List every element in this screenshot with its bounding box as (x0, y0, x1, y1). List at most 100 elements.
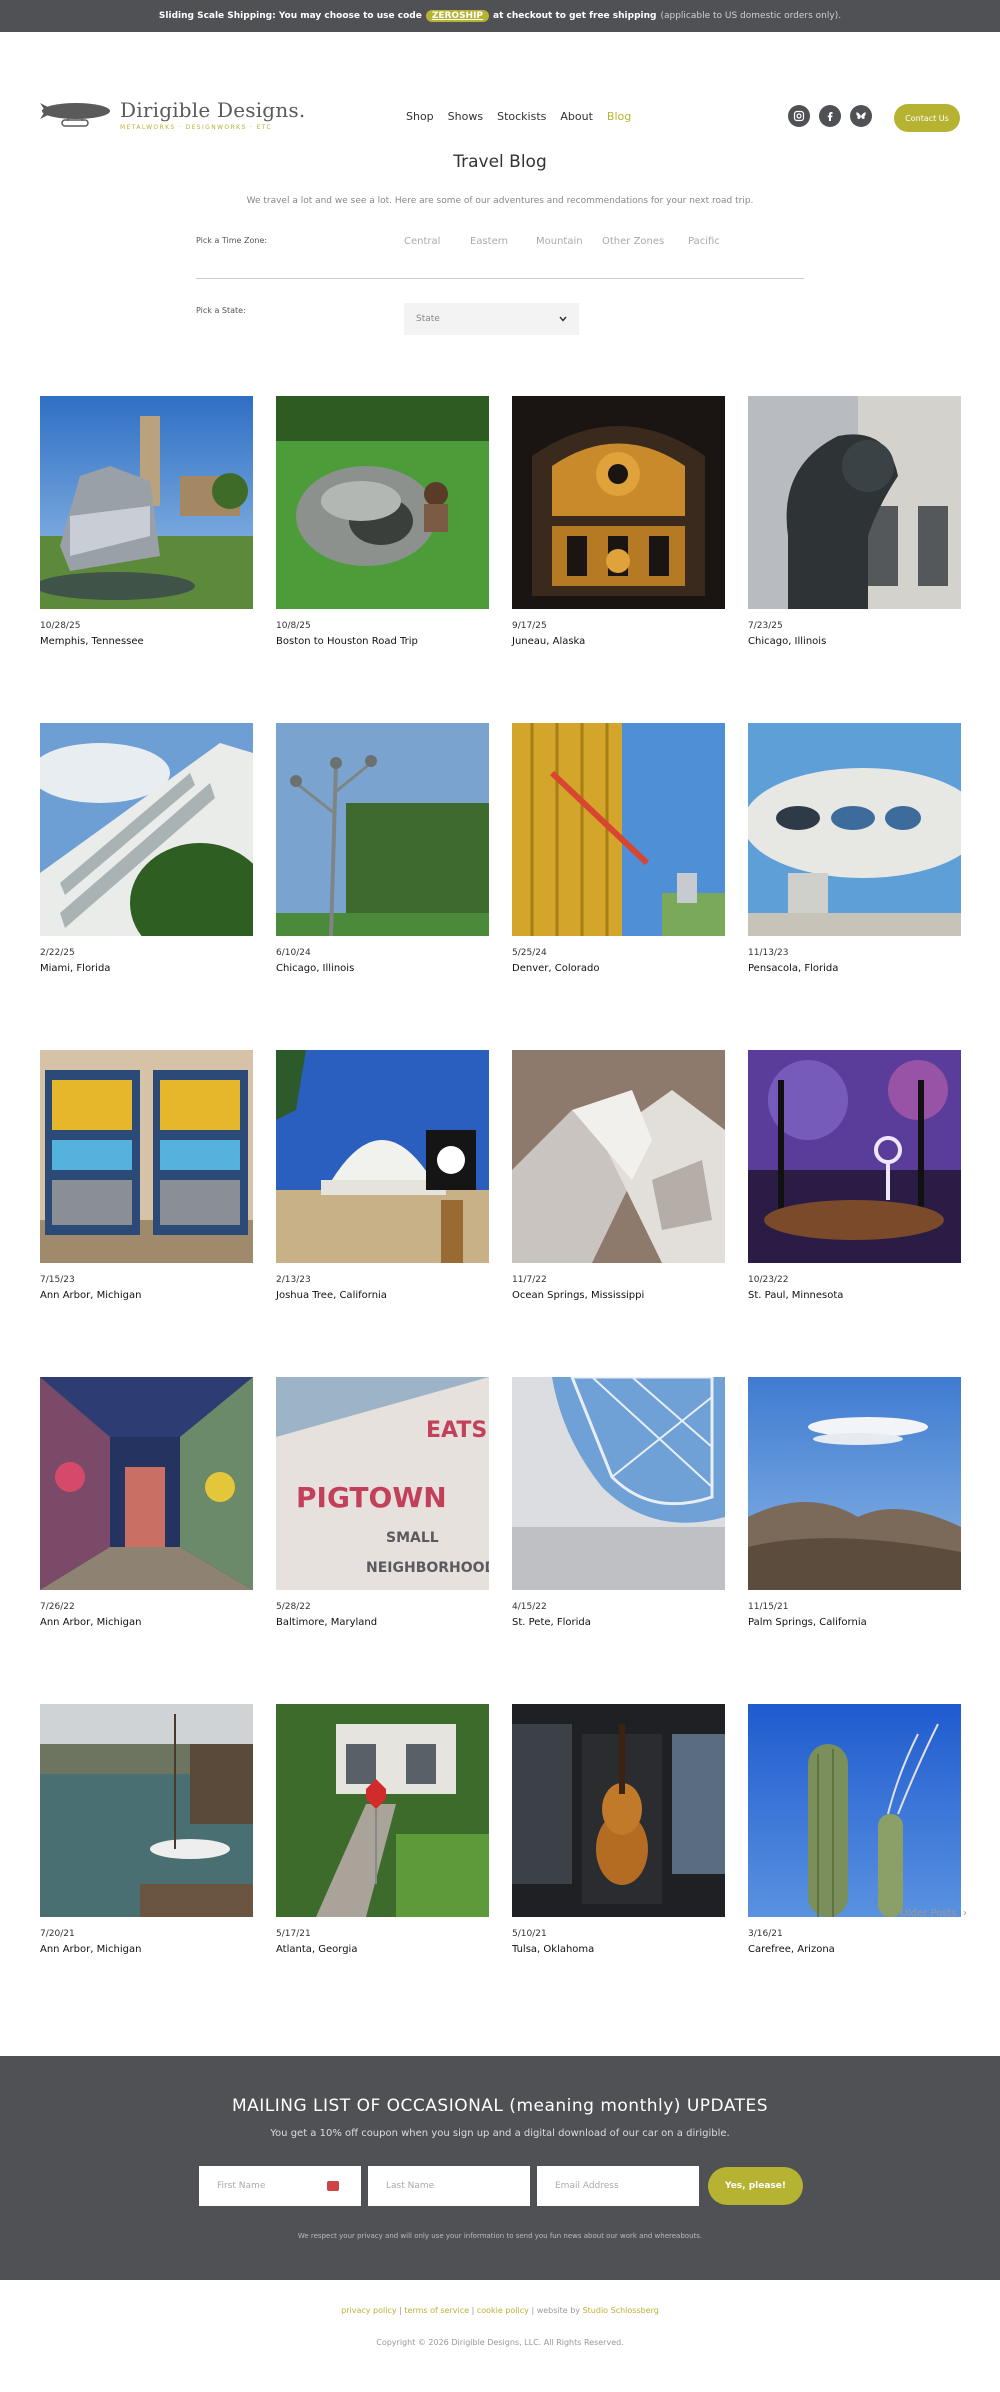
post-image-tulsa[interactable] (512, 1704, 725, 1917)
copyright: Copyright © 2026 Dirigible Designs, LLC.… (376, 2338, 624, 2347)
post-card[interactable]: 7/20/21 Ann Arbor, Michigan (40, 1704, 253, 1955)
post-title[interactable]: St. Pete, Florida (512, 1617, 725, 1628)
post-image-chicago-sculpture[interactable] (276, 723, 489, 936)
state-select[interactable]: State (404, 303, 579, 335)
credit-link[interactable]: Studio Schlossberg (583, 2306, 659, 2315)
post-image-chicago-lion[interactable] (748, 396, 961, 609)
post-card[interactable]: 2/22/25 Miami, Florida (40, 723, 253, 974)
post-image-st-pete[interactable] (512, 1377, 725, 1590)
timezone-mountain[interactable]: Mountain (536, 236, 602, 247)
post-title[interactable]: Palm Springs, California (748, 1617, 961, 1628)
post-card[interactable]: 7/15/23 Ann Arbor, Michigan (40, 1050, 253, 1301)
timezone-central[interactable]: Central (404, 236, 470, 247)
post-date: 4/15/22 (512, 1602, 547, 1612)
post-image-juneau[interactable] (512, 396, 725, 609)
post-title[interactable]: Atlanta, Georgia (276, 1944, 489, 1955)
timezone-other[interactable]: Other Zones (602, 236, 688, 247)
post-title[interactable]: St. Paul, Minnesota (748, 1290, 961, 1301)
nav-stockists[interactable]: Stockists (497, 110, 546, 123)
post-title[interactable]: Joshua Tree, California (276, 1290, 489, 1301)
post-image-pensacola[interactable] (748, 723, 961, 936)
svg-text:SMALL: SMALL (386, 1530, 439, 1546)
email-field[interactable]: Email Address (537, 2166, 699, 2206)
post-image-atlanta[interactable] (276, 1704, 489, 1917)
state-select-value: State (416, 314, 440, 324)
nav-about[interactable]: About (560, 110, 593, 123)
post-image-memphis[interactable] (40, 396, 253, 609)
post-grid: 10/28/25 Memphis, Tennessee 10/8/25 Bost… (40, 396, 961, 1955)
mailing-title: MAILING LIST OF OCCASIONAL (meaning mont… (231, 2096, 769, 2116)
post-card[interactable]: 7/26/22 Ann Arbor, Michigan (40, 1377, 253, 1628)
post-date: 7/23/25 (748, 621, 783, 631)
post-title[interactable]: Chicago, Illinois (276, 963, 489, 974)
terms-of-service-link[interactable]: terms of service (404, 2306, 469, 2315)
post-image-ann-arbor-arcade[interactable] (40, 1050, 253, 1263)
post-image-graffiti-alley[interactable] (40, 1377, 253, 1590)
post-card[interactable]: 5/25/24 Denver, Colorado (512, 723, 725, 974)
timezone-pacific[interactable]: Pacific (688, 236, 754, 247)
post-title[interactable]: Carefree, Arizona (748, 1944, 961, 1955)
post-title[interactable]: Ann Arbor, Michigan (40, 1944, 253, 1955)
last-name-placeholder: Last Name (386, 2181, 435, 2191)
post-title[interactable]: Chicago, Illinois (748, 636, 961, 647)
post-card[interactable]: 5/17/21 Atlanta, Georgia (276, 1704, 489, 1955)
post-title[interactable]: Memphis, Tennessee (40, 636, 253, 647)
brand-logo[interactable]: Dirigible Designs. METALWORKS · DESIGNWO… (40, 98, 305, 131)
post-image-denver[interactable] (512, 723, 725, 936)
facebook-icon[interactable] (819, 105, 841, 127)
subscribe-button[interactable]: Yes, please! (708, 2167, 803, 2205)
post-image-st-paul[interactable] (748, 1050, 961, 1263)
post-title[interactable]: Miami, Florida (40, 963, 253, 974)
bluesky-icon[interactable] (850, 105, 872, 127)
post-image-palm-springs[interactable] (748, 1377, 961, 1590)
post-image-miami[interactable] (40, 723, 253, 936)
mailing-form: First Name Last Name Email Address Yes, … (199, 2166, 803, 2206)
nav-shop[interactable]: Shop (406, 110, 434, 123)
post-card[interactable]: 10/8/25 Boston to Houston Road Trip (276, 396, 489, 647)
post-title[interactable]: Pensacola, Florida (748, 963, 961, 974)
post-image-carefree[interactable] (748, 1704, 961, 1917)
post-title[interactable]: Baltimore, Maryland (276, 1617, 489, 1628)
post-card[interactable]: 10/28/25 Memphis, Tennessee (40, 396, 253, 647)
post-card[interactable]: 11/7/22 Ocean Springs, Mississippi (512, 1050, 725, 1301)
post-card[interactable]: 11/15/21 Palm Springs, California (748, 1377, 961, 1628)
promo-code[interactable]: ZEROSHIP (425, 10, 490, 22)
privacy-policy-link[interactable]: privacy policy (341, 2306, 396, 2315)
announcement-note: (applicable to US domestic orders only). (660, 11, 842, 21)
post-image-ocean-springs[interactable] (512, 1050, 725, 1263)
post-card[interactable]: 11/13/23 Pensacola, Florida (748, 723, 961, 974)
post-card[interactable]: 9/17/25 Juneau, Alaska (512, 396, 725, 647)
post-title[interactable]: Tulsa, Oklahoma (512, 1944, 725, 1955)
footer-links: privacy policy | terms of service | cook… (341, 2306, 659, 2315)
autofill-icon (327, 2181, 339, 2191)
post-image-road-trip[interactable] (276, 396, 489, 609)
post-card[interactable]: 6/10/24 Chicago, Illinois (276, 723, 489, 974)
last-name-field[interactable]: Last Name (368, 2166, 530, 2206)
instagram-icon[interactable] (788, 105, 810, 127)
post-title[interactable]: Denver, Colorado (512, 963, 725, 974)
timezone-eastern[interactable]: Eastern (470, 236, 536, 247)
timezone-filter: Central Eastern Mountain Other Zones Pac… (404, 236, 754, 247)
nav-blog[interactable]: Blog (607, 110, 631, 123)
post-image-harbor[interactable] (40, 1704, 253, 1917)
contact-us-button[interactable]: Contact Us (894, 104, 960, 132)
nav-shows[interactable]: Shows (448, 110, 483, 123)
cookie-policy-link[interactable]: cookie policy (477, 2306, 529, 2315)
mailing-list-section: MAILING LIST OF OCCASIONAL (meaning mont… (0, 2056, 1000, 2280)
older-posts-link[interactable]: Older Posts › (900, 1908, 967, 1919)
post-image-baltimore[interactable]: PIGTOWN EATS SMALL NEIGHBORHOOD (276, 1377, 489, 1590)
post-card[interactable]: 2/13/23 Joshua Tree, California (276, 1050, 489, 1301)
post-card[interactable]: PIGTOWN EATS SMALL NEIGHBORHOOD 5/28/22 … (276, 1377, 489, 1628)
post-title[interactable]: Ocean Springs, Mississippi (512, 1290, 725, 1301)
post-card[interactable]: 10/23/22 St. Paul, Minnesota (748, 1050, 961, 1301)
first-name-field[interactable]: First Name (199, 2166, 361, 2206)
post-title[interactable]: Juneau, Alaska (512, 636, 725, 647)
post-title[interactable]: Boston to Houston Road Trip (276, 636, 489, 647)
post-image-joshua-tree[interactable] (276, 1050, 489, 1263)
timezone-label: Pick a Time Zone: (196, 236, 268, 245)
post-title[interactable]: Ann Arbor, Michigan (40, 1617, 253, 1628)
post-card[interactable]: 4/15/22 St. Pete, Florida (512, 1377, 725, 1628)
post-card[interactable]: 7/23/25 Chicago, Illinois (748, 396, 961, 647)
post-title[interactable]: Ann Arbor, Michigan (40, 1290, 253, 1301)
post-card[interactable]: 5/10/21 Tulsa, Oklahoma (512, 1704, 725, 1955)
